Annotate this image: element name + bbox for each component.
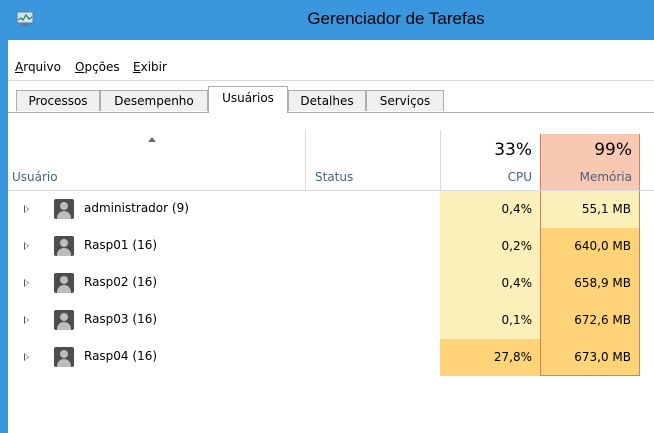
menu-separator [8,80,654,81]
tab-processos[interactable]: Processos [16,90,100,111]
tab-desempenho[interactable]: Desempenho [100,90,208,111]
menu-opcoes[interactable]: Opções [75,60,120,74]
expand-arrow-icon[interactable] [24,242,29,250]
user-icon [54,199,74,219]
window-left-border [0,0,8,433]
memory-cell: 672,6 MB [540,302,640,339]
users-table: Usuário Status 33% CPU 99% Memória admin… [8,113,654,433]
memory-cell: 55,1 MB [540,191,640,228]
cpu-total-percent: 33% [494,140,532,160]
title-bar[interactable]: Gerenciador de Tarefas [8,0,654,40]
tab-bar: Processos Desempenho Usuários Detalhes S… [8,83,654,113]
memory-cell: 658,9 MB [540,265,640,302]
sort-ascending-icon [148,137,156,142]
column-header-cpu[interactable]: 33% CPU [440,113,540,190]
table-row[interactable]: administrador (9) 0,4% 55,1 MB [8,191,654,228]
memory-cell: 673,0 MB [540,339,640,376]
tab-servicos[interactable]: Serviços [366,90,444,111]
memory-column-label: Memória [579,170,632,184]
cpu-column-label: CPU [507,170,532,184]
menu-arquivo[interactable]: Arquivo [15,60,61,74]
window-title: Gerenciador de Tarefas [307,9,485,28]
expand-arrow-icon[interactable] [24,205,29,213]
cpu-cell: 0,2% [440,228,540,265]
table-row[interactable]: Rasp02 (16) 0,4% 658,9 MB [8,265,654,302]
tab-detalhes[interactable]: Detalhes [288,90,366,111]
user-icon [54,236,74,256]
memory-cell: 640,0 MB [540,228,640,265]
table-row[interactable]: Rasp04 (16) 27,8% 673,0 MB [8,339,654,376]
menu-bar: Arquivo Opções Exibir [8,56,654,80]
tab-usuarios[interactable]: Usuários [208,86,288,113]
expand-arrow-icon[interactable] [24,353,29,361]
user-icon [54,347,74,367]
cpu-cell: 0,4% [440,191,540,228]
menu-exibir[interactable]: Exibir [133,60,167,74]
table-row[interactable]: Rasp01 (16) 0,2% 640,0 MB [8,228,654,265]
expand-arrow-icon[interactable] [24,279,29,287]
user-name: administrador (9) [84,201,189,215]
cpu-cell: 27,8% [440,339,540,376]
user-column-label: Usuário [12,170,58,184]
user-name: Rasp03 (16) [84,312,158,326]
memory-column-bottom-border [540,375,640,376]
cpu-cell: 0,4% [440,265,540,302]
status-column-label: Status [315,170,354,184]
user-name: Rasp02 (16) [84,275,158,289]
user-name: Rasp01 (16) [84,238,158,252]
expand-arrow-icon[interactable] [24,316,29,324]
column-header-user[interactable]: Usuário [8,113,304,190]
cpu-cell: 0,1% [440,302,540,339]
column-header-status[interactable]: Status [306,113,440,190]
memory-total-percent: 99% [594,140,632,160]
user-icon [54,310,74,330]
user-name: Rasp04 (16) [84,349,158,363]
user-icon [54,273,74,293]
table-row[interactable]: Rasp03 (16) 0,1% 672,6 MB [8,302,654,339]
column-header-memory[interactable]: 99% Memória [540,113,640,190]
